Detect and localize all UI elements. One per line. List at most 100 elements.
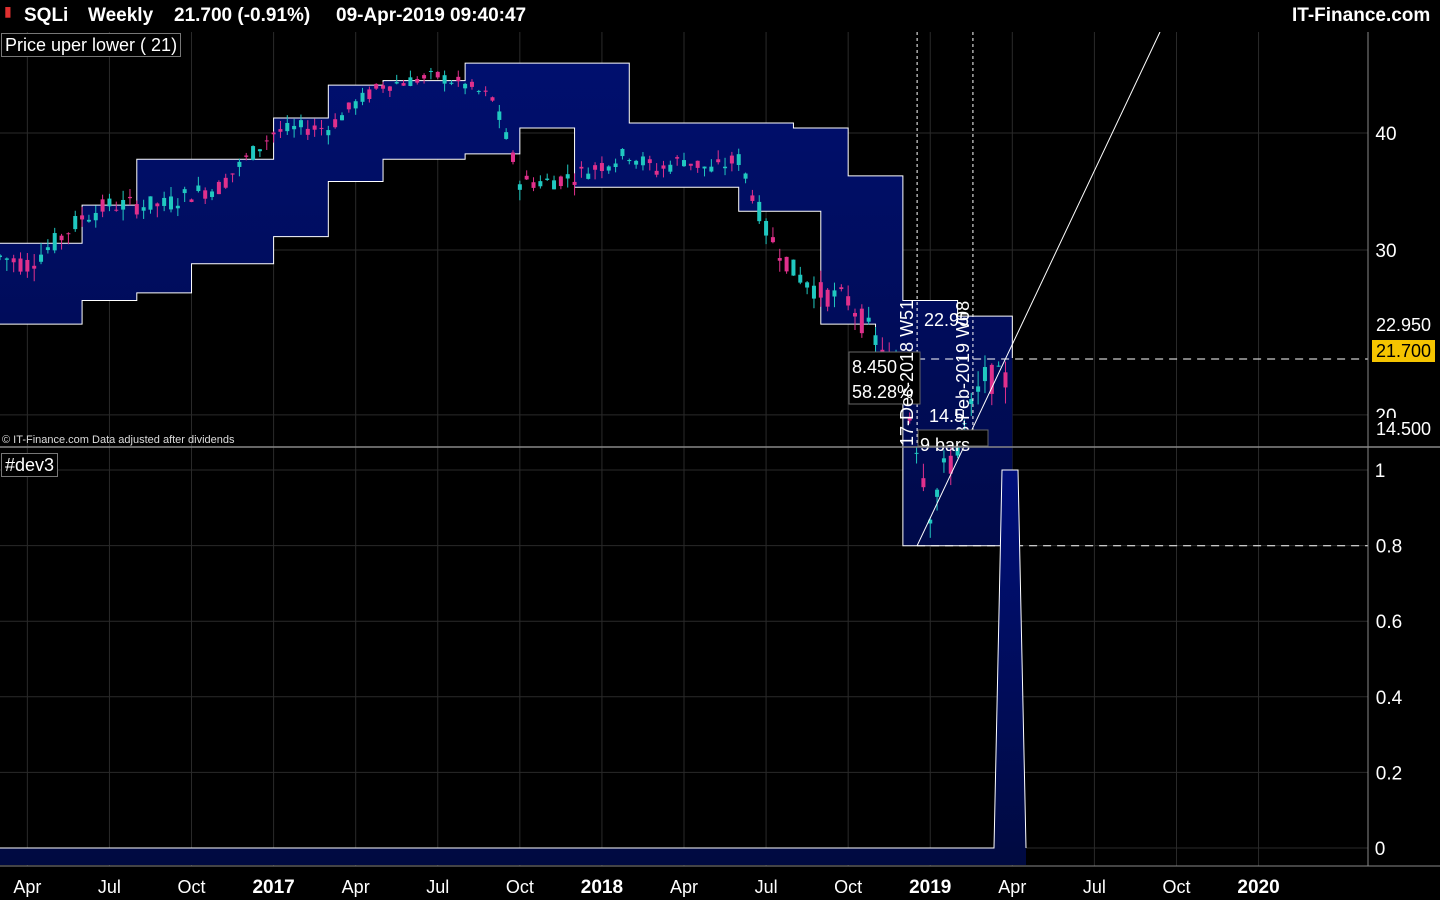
candle-body [305, 128, 310, 135]
candle-body [770, 237, 775, 243]
datetime: 09-Apr-2019 09:40:47 [336, 5, 527, 26]
candle-body [620, 148, 625, 157]
candle-body [387, 86, 392, 91]
candle-body [428, 70, 433, 72]
candle-body [490, 97, 495, 101]
candle-body [914, 452, 919, 454]
candle-body [230, 173, 235, 175]
candle-body [415, 78, 420, 83]
candle-body [846, 296, 851, 306]
candle-body [572, 181, 577, 185]
candle-body [497, 111, 502, 120]
candle-body [155, 203, 160, 207]
x-tick-label: Oct [834, 877, 862, 897]
candle-body [805, 282, 810, 288]
dev3-area [0, 469, 1027, 865]
last-price-tag: 21.700 [1372, 340, 1436, 362]
candle-body [627, 160, 632, 162]
dev-tick-label: 0.8 [1376, 537, 1402, 558]
dev3-indicator-label[interactable]: #dev3 [1, 453, 59, 477]
period[interactable]: Weekly [88, 5, 153, 27]
candle-body [333, 119, 338, 128]
candle-body [538, 181, 543, 187]
candle-body [39, 254, 44, 262]
title-bar: ▮ SQLi Weekly 21.700 (-0.91%) 09-Apr-201… [0, 0, 1440, 32]
candle-body [593, 165, 598, 170]
candle-body [688, 163, 693, 166]
candle-body [586, 173, 591, 179]
candle-body [169, 196, 173, 210]
candle-body [52, 233, 57, 251]
candle-body [182, 189, 187, 194]
candle-body [175, 205, 180, 209]
copyright: © IT-Finance.com Data adjusted after div… [2, 434, 235, 446]
candle-body [531, 182, 536, 188]
candle-body [59, 235, 64, 241]
candle-body [80, 215, 85, 220]
dev-tick-label: 0.2 [1376, 763, 1402, 784]
candle-body [483, 90, 488, 92]
candle-body [196, 185, 201, 191]
candle-body [524, 175, 529, 180]
candle-body [257, 149, 262, 152]
candle-body [353, 101, 358, 109]
high-price-tag: 22.950 [1372, 314, 1436, 336]
candle-body [976, 386, 981, 392]
low-price-tag: 14.500 [1372, 418, 1436, 440]
candle-body [189, 199, 194, 202]
candle-body [346, 102, 351, 110]
candle-body [45, 247, 50, 251]
candle-body [736, 154, 741, 166]
dev3-line [0, 469, 1027, 849]
x-tick-label: Jul [426, 877, 449, 897]
candle-body [66, 233, 71, 235]
change-value: 8.450 [852, 357, 897, 377]
candle-body [18, 258, 23, 272]
candle-body [162, 197, 167, 206]
candle-body [750, 195, 755, 201]
candle-body [114, 209, 119, 211]
candle-body [435, 71, 440, 78]
candle-body [148, 196, 153, 210]
candle-body [360, 92, 365, 102]
bars-label: 9 bars [920, 435, 970, 455]
candle-body [203, 190, 208, 199]
candle-body [777, 258, 782, 261]
candle-body [298, 120, 303, 128]
price-indicator-label[interactable]: Price uper lower ( 21) [1, 33, 182, 57]
candle-body [292, 125, 297, 130]
candle-body [873, 335, 878, 345]
candle-body [326, 130, 331, 136]
candle-body [210, 191, 215, 197]
candle-body [278, 129, 283, 132]
candle-body [695, 160, 700, 168]
chart-type-icon: ▮ [4, 3, 12, 19]
symbol[interactable]: SQLi [24, 5, 68, 27]
price-tick-label: 40 [1375, 124, 1396, 145]
candle-body [982, 367, 987, 382]
candle-body [25, 259, 30, 272]
candle-body [511, 152, 515, 162]
candle-body [921, 478, 926, 488]
candle-body [86, 219, 91, 222]
candle-body [73, 216, 78, 230]
dev-tick-label: 0 [1375, 839, 1386, 860]
candle-body [558, 176, 563, 187]
candle-body [839, 287, 844, 290]
candle-body [606, 166, 611, 171]
candle-body [565, 174, 570, 179]
x-tick-label: Oct [178, 877, 206, 897]
candle-body [1003, 372, 1008, 388]
candle-body [100, 199, 105, 212]
candle-body [764, 220, 769, 236]
candle-body [716, 159, 721, 163]
x-tick-label: Oct [506, 877, 534, 897]
price-change: 21.700 (-0.91%) [174, 5, 311, 26]
candle-body [757, 201, 762, 222]
chart-canvas: 8.45058.28%22.9514.517-Dec-2018 W51 18-Fe… [0, 31, 1440, 898]
candle-body [141, 207, 146, 211]
candle-body [4, 258, 9, 260]
candle-body [599, 163, 604, 172]
candle-body [11, 258, 16, 263]
candle-body [859, 308, 864, 334]
